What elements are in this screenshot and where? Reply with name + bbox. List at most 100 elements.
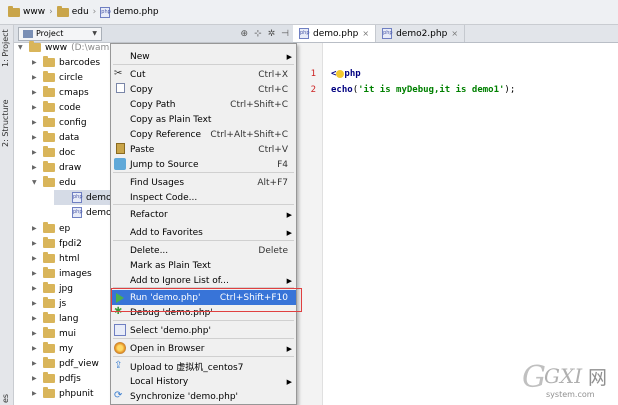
- menu-item-upload-to-centos7[interactable]: ⇪ Upload to 虚拟机_centos7: [111, 359, 296, 374]
- chevron-right-icon[interactable]: ▶: [32, 300, 39, 307]
- chevron-right-icon[interactable]: ▶: [32, 270, 39, 277]
- chevron-right-icon[interactable]: ▶: [32, 89, 39, 96]
- chevron-right-icon[interactable]: ▶: [32, 390, 39, 397]
- menu-item-shortcut: F4: [277, 159, 288, 170]
- chevron-right-icon[interactable]: ▶: [32, 134, 39, 141]
- line-number: 2: [310, 85, 316, 95]
- chevron-right-icon[interactable]: ▶: [32, 315, 39, 322]
- breadcrumb-edu[interactable]: edu: [53, 5, 93, 19]
- tree-folder-item[interactable]: ▶ pdfjs: [32, 371, 81, 386]
- chevron-right-icon[interactable]: ▶: [32, 375, 39, 382]
- folder-icon: [43, 282, 55, 293]
- menu-item-copy-path[interactable]: Copy Path Ctrl+Shift+C: [111, 97, 296, 112]
- tree-item-label: code: [59, 102, 81, 113]
- menu-item-refactor[interactable]: Refactor ▶: [111, 207, 296, 222]
- menu-item-mark-as-plain-text[interactable]: Mark as Plain Text: [111, 258, 296, 273]
- menu-item-delete[interactable]: Delete... Delete: [111, 243, 296, 258]
- menu-item-add-to-favorites[interactable]: Add to Favorites ▶: [111, 225, 296, 240]
- php-open-tag: php: [344, 69, 361, 79]
- tree-folder-item[interactable]: ▶ html: [32, 251, 80, 266]
- tree-folder-item[interactable]: ▼ edu: [32, 175, 76, 190]
- tree-folder-item[interactable]: ▶ fpdi2: [32, 236, 82, 251]
- breadcrumb-demo-php[interactable]: php demo.php: [96, 5, 162, 20]
- menu-item-find-usages[interactable]: Find Usages Alt+F7: [111, 175, 296, 190]
- menu-item-jump-to-source[interactable]: Jump to Source F4: [111, 157, 296, 172]
- menu-item-copy[interactable]: Copy Ctrl+C: [111, 82, 296, 97]
- submenu-arrow-icon: ▶: [286, 228, 292, 237]
- tab-demo-php[interactable]: php demo.php ×: [293, 25, 377, 42]
- menu-item-local-history[interactable]: Local History ▶: [111, 374, 296, 389]
- menu-item-inspect-code[interactable]: Inspect Code...: [111, 190, 296, 205]
- hide-panel-icon[interactable]: ⊣: [281, 29, 289, 39]
- menu-item-cut[interactable]: ✂ Cut Ctrl+X: [111, 67, 296, 82]
- menu-item-synchronize-demo-php[interactable]: ⟳ Synchronize 'demo.php': [111, 389, 296, 404]
- tree-folder-item[interactable]: ▶ barcodes: [32, 55, 100, 70]
- folder-icon: [43, 101, 55, 112]
- code-editor[interactable]: < php echo('it is myDebug,it is demo1');: [323, 43, 618, 405]
- menu-item-new[interactable]: New ▶: [111, 49, 296, 64]
- breadcrumb-www[interactable]: www: [4, 5, 49, 19]
- tree-item-label: js: [59, 298, 67, 309]
- tree-folder-item[interactable]: ▶ mui: [32, 326, 76, 341]
- chevron-right-icon[interactable]: ▶: [32, 285, 39, 292]
- tree-folder-item[interactable]: ▶ images: [32, 266, 92, 281]
- chevron-right-icon[interactable]: ▶: [32, 149, 39, 156]
- menu-item-paste[interactable]: Paste Ctrl+V: [111, 142, 296, 157]
- chevron-right-icon[interactable]: ▶: [32, 240, 39, 247]
- menu-item-label: Delete...: [130, 245, 169, 256]
- scroll-from-source-icon[interactable]: ⊕: [241, 29, 249, 39]
- tree-folder-item[interactable]: ▶ data: [32, 130, 79, 145]
- gear-icon[interactable]: ✲: [268, 29, 276, 39]
- tree-item-label: my: [59, 343, 74, 354]
- folder-icon: [43, 71, 55, 82]
- tree-folder-item[interactable]: ▶ jpg: [32, 281, 73, 296]
- browser-icon: [114, 342, 126, 354]
- project-view-selector[interactable]: Project ▼: [18, 26, 102, 41]
- menu-item-copy-reference[interactable]: Copy Reference Ctrl+Alt+Shift+C: [111, 127, 296, 142]
- chevron-down-icon[interactable]: ▼: [32, 179, 39, 186]
- bottom-tool-button[interactable]: es: [1, 394, 10, 403]
- menu-item-label: Synchronize 'demo.php': [130, 391, 239, 402]
- tree-folder-item[interactable]: ▶ draw: [32, 160, 81, 175]
- folder-icon: [43, 56, 55, 67]
- tree-folder-item[interactable]: ▶ lang: [32, 311, 78, 326]
- chevron-right-icon[interactable]: ▶: [32, 164, 39, 171]
- chevron-right-icon[interactable]: ▶: [32, 59, 39, 66]
- tree-folder-item[interactable]: ▶ cmaps: [32, 85, 89, 100]
- tree-folder-item[interactable]: ▶ ep: [32, 221, 70, 236]
- menu-item-copy-as-plain-text[interactable]: Copy as Plain Text: [111, 112, 296, 127]
- project-header-actions: ⊕ ⊹ ✲ ⊣: [241, 29, 293, 39]
- tree-folder-item[interactable]: ▶ code: [32, 100, 81, 115]
- editor-tabs: php demo.php × php demo2.php ×: [293, 25, 618, 43]
- tab-demo2-php[interactable]: php demo2.php ×: [376, 25, 466, 42]
- close-icon[interactable]: ×: [362, 29, 369, 38]
- chevron-right-icon[interactable]: ▶: [32, 104, 39, 111]
- menu-item-open-in-browser[interactable]: Open in Browser ▶: [111, 341, 296, 356]
- menu-item-add-to-ignore-list-of[interactable]: Add to Ignore List of... ▶: [111, 273, 296, 288]
- chevron-right-icon[interactable]: ▶: [32, 360, 39, 367]
- tree-folder-item[interactable]: ▶ config: [32, 115, 87, 130]
- project-tool-button[interactable]: 1: Project: [1, 29, 10, 67]
- chevron-right-icon[interactable]: ▶: [32, 225, 39, 232]
- tree-folder-item[interactable]: ▶ my: [32, 341, 73, 356]
- chevron-right-icon[interactable]: ▶: [32, 255, 39, 262]
- chevron-right-icon[interactable]: ▶: [32, 119, 39, 126]
- folder-icon: [43, 222, 55, 233]
- tree-folder-item[interactable]: ▶ phpunit: [32, 386, 94, 401]
- chevron-right-icon[interactable]: ▶: [32, 345, 39, 352]
- tree-folder-item[interactable]: ▶ pdf_view: [32, 356, 99, 371]
- menu-item-label: Paste: [130, 144, 155, 155]
- echo-keyword: echo: [331, 85, 353, 95]
- tree-folder-item[interactable]: ▶ circle: [32, 70, 83, 85]
- tree-folder-item[interactable]: ▶ js: [32, 296, 66, 311]
- chevron-right-icon[interactable]: ▶: [32, 74, 39, 81]
- collapse-all-icon[interactable]: ⊹: [254, 29, 262, 39]
- sync-icon: ⟳: [114, 390, 123, 401]
- menu-item-select-demo-php[interactable]: Select 'demo.php': [111, 323, 296, 338]
- structure-tool-button[interactable]: 2: Structure: [1, 99, 10, 147]
- tree-folder-item[interactable]: ▶ doc: [32, 145, 75, 160]
- close-icon[interactable]: ×: [451, 29, 458, 38]
- chevron-right-icon[interactable]: ▶: [32, 330, 39, 337]
- tree-item-label: data: [59, 132, 80, 143]
- tree-item-label: edu: [59, 177, 76, 188]
